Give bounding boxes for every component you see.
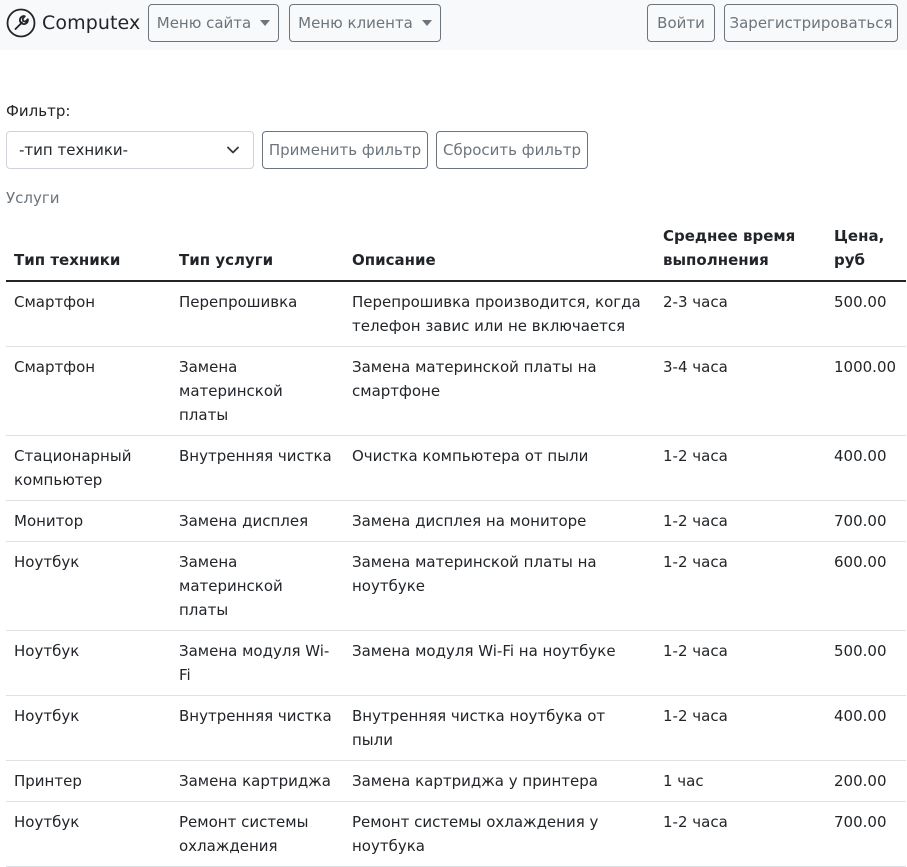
- cell-description: Замена модуля Wi-Fi на ноутбуке: [344, 630, 655, 696]
- cell-description: Ремонт системы охлаждения у ноутбука: [344, 801, 655, 867]
- cell-service-type: Перепрошивка: [171, 281, 344, 347]
- cell-description: Замена картриджа у принтера: [344, 760, 655, 802]
- register-label: Зарегистрироваться: [729, 14, 893, 32]
- cell-avg-time: 2-3 часа: [655, 281, 826, 347]
- cell-price: 700.00: [826, 801, 906, 867]
- client-menu-dropdown[interactable]: Меню клиента: [289, 4, 441, 42]
- reset-filter-button[interactable]: Сбросить фильтр: [436, 131, 588, 169]
- cell-service-type: Замена дисплея: [171, 500, 344, 542]
- cell-equipment-type: Стационарный компьютер: [6, 435, 171, 501]
- cell-equipment-type: Монитор: [6, 500, 171, 542]
- cell-equipment-type: Принтер: [6, 760, 171, 802]
- filter-label: Фильтр:: [6, 102, 71, 120]
- caret-down-icon: [421, 20, 432, 26]
- navbar: Computex Меню сайта Меню клиента Войти З…: [0, 0, 907, 50]
- cell-price: 700.00: [826, 500, 906, 542]
- cell-avg-time: 1-2 часа: [655, 500, 826, 542]
- cell-avg-time: 3-4 часа: [655, 346, 826, 436]
- header-avg-time: Среднее время выполнения: [655, 216, 826, 282]
- apply-filter-button[interactable]: Применить фильтр: [262, 131, 428, 169]
- cell-price: 500.00: [826, 630, 906, 696]
- cell-price: 500.00: [826, 281, 906, 347]
- header-description: Описание: [344, 216, 655, 282]
- services-table: Тип техники Тип услуги Описание Среднее …: [6, 216, 906, 867]
- header-equipment-type: Тип техники: [6, 216, 171, 282]
- wrench-icon: [6, 8, 36, 38]
- table-row: Ноутбук Замена модуля Wi-Fi Замена модуля …: [6, 630, 906, 696]
- cell-price: 400.00: [826, 695, 906, 761]
- cell-avg-time: 1-2 часа: [655, 435, 826, 501]
- cell-service-type: Внутренняя чистка: [171, 435, 344, 501]
- cell-avg-time: 1-2 часа: [655, 541, 826, 631]
- cell-description: Очистка компьютера от пыли: [344, 435, 655, 501]
- cell-price: 1000.00: [826, 346, 906, 436]
- table-header-row: Тип техники Тип услуги Описание Среднее …: [6, 216, 906, 282]
- cell-equipment-type: Ноутбук: [6, 801, 171, 867]
- cell-price: 400.00: [826, 435, 906, 501]
- site-menu-dropdown[interactable]: Меню сайта: [148, 4, 279, 42]
- cell-avg-time: 1-2 часа: [655, 801, 826, 867]
- login-label: Войти: [657, 14, 705, 32]
- cell-description: Внутренняя чистка ноутбука от пыли: [344, 695, 655, 761]
- table-row: Ноутбук Замена материнской платы Замена ма…: [6, 541, 906, 631]
- cell-service-type: Ремонт системы охлаждения: [171, 801, 344, 867]
- apply-filter-label: Применить фильтр: [268, 141, 422, 159]
- cell-equipment-type: Ноутбук: [6, 695, 171, 761]
- cell-service-type: Замена модуля Wi-Fi: [171, 630, 344, 696]
- cell-description: Перепрошивка производится, когда телефон…: [344, 281, 655, 347]
- header-service-type: Тип услуги: [171, 216, 344, 282]
- reset-filter-label: Сбросить фильтр: [442, 141, 582, 159]
- equipment-type-select-value: -тип техники-: [19, 141, 129, 159]
- caret-down-icon: [260, 20, 271, 26]
- brand-name: Computex: [42, 12, 141, 34]
- table-row: Монитор Замена дисплея Замена дисплея на м…: [6, 500, 906, 542]
- cell-service-type: Внутренняя чистка: [171, 695, 344, 761]
- cell-equipment-type: Ноутбук: [6, 541, 171, 631]
- cell-description: Замена материнской платы на ноутбуке: [344, 541, 655, 631]
- cell-avg-time: 1-2 часа: [655, 695, 826, 761]
- cell-price: 200.00: [826, 760, 906, 802]
- equipment-type-select[interactable]: -тип техники-: [6, 131, 254, 169]
- client-menu-label: Меню клиента: [298, 14, 413, 32]
- chevron-down-icon: [227, 146, 239, 154]
- table-row: Стационарный компьютер Внутренняя чистка О…: [6, 435, 906, 501]
- cell-avg-time: 1-2 часа: [655, 630, 826, 696]
- register-button[interactable]: Зарегистрироваться: [724, 4, 898, 42]
- cell-equipment-type: Ноутбук: [6, 630, 171, 696]
- table-row: Ноутбук Ремонт системы охлаждения Ремонт с…: [6, 801, 906, 867]
- table-row: Ноутбук Внутренняя чистка Внутренняя чистк…: [6, 695, 906, 761]
- cell-service-type: Замена картриджа: [171, 760, 344, 802]
- cell-equipment-type: Смартфон: [6, 281, 171, 347]
- cell-avg-time: 1 час: [655, 760, 826, 802]
- table-caption: Услуги: [6, 189, 60, 207]
- login-button[interactable]: Войти: [647, 4, 715, 42]
- cell-service-type: Замена материнской платы: [171, 346, 344, 436]
- site-menu-label: Меню сайта: [156, 14, 252, 32]
- cell-description: Замена дисплея на мониторе: [344, 500, 655, 542]
- cell-service-type: Замена материнской платы: [171, 541, 344, 631]
- table-row: Смартфон Замена материнской платы Замена м…: [6, 346, 906, 436]
- header-price: Цена, руб: [826, 216, 906, 282]
- cell-equipment-type: Смартфон: [6, 346, 171, 436]
- brand[interactable]: Computex: [6, 8, 140, 38]
- cell-description: Замена материнской платы на смартфоне: [344, 346, 655, 436]
- table-row: Принтер Замена картриджа Замена картриджа …: [6, 760, 906, 802]
- cell-price: 600.00: [826, 541, 906, 631]
- table-row: Смартфон Перепрошивка Перепрошивка произво…: [6, 281, 906, 347]
